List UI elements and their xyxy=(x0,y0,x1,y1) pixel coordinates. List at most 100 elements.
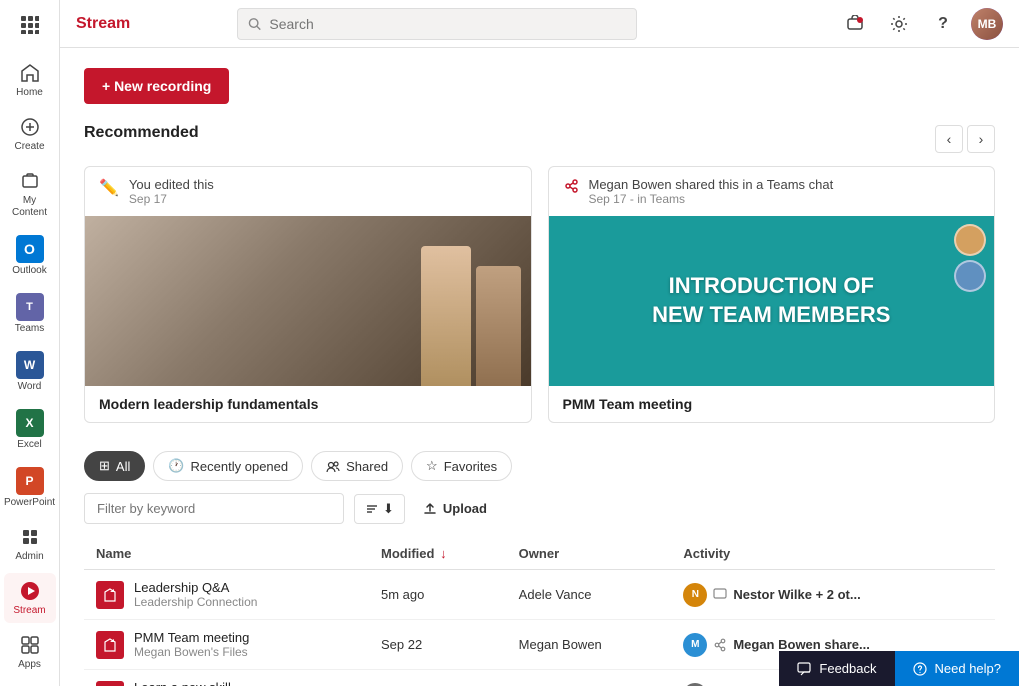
sidebar-label-word: Word xyxy=(18,381,42,393)
filter-bar: ⬇ Upload xyxy=(84,493,995,524)
search-icon xyxy=(248,17,261,31)
file-name-cell-2: Learn a new skill Bright xyxy=(96,680,357,686)
recommended-cards: ✏️ You edited this Sep 17 Modern leaders… xyxy=(84,166,995,423)
sidebar-item-create[interactable]: Create xyxy=(4,109,56,159)
sidebar-label-stream: Stream xyxy=(13,605,45,617)
sidebar-item-apps[interactable]: Apps xyxy=(4,627,56,677)
sidebar-label-excel: Excel xyxy=(17,439,41,451)
feedback-label: Feedback xyxy=(819,661,876,676)
sidebar-label-apps: Apps xyxy=(18,659,41,671)
sort-button[interactable]: ⬇ xyxy=(354,494,405,524)
cell-owner-2: Adele Vance xyxy=(507,670,672,686)
sidebar: Home Create My Content O Outlook T xyxy=(0,0,60,686)
powerpoint-icon: P xyxy=(16,467,44,495)
home-icon xyxy=(18,61,42,85)
card-thumbnail-1 xyxy=(85,216,531,386)
sort-icon xyxy=(365,502,379,516)
search-box[interactable] xyxy=(237,8,637,40)
sidebar-item-teams[interactable]: T Teams xyxy=(4,287,56,341)
cell-activity-0: N Nestor Wilke + 2 ot... xyxy=(671,570,995,620)
file-name-text-0: Leadership Q&A Leadership Connection xyxy=(134,580,257,609)
table-row[interactable]: Leadership Q&A Leadership Connection 5m … xyxy=(84,570,995,620)
sidebar-label-powerpoint: PowerPoint xyxy=(4,497,55,509)
sidebar-label-create: Create xyxy=(14,141,44,153)
search-input[interactable] xyxy=(269,16,626,32)
clock-icon: 🕐 xyxy=(168,458,184,474)
tab-favorites-label: Favorites xyxy=(444,459,497,474)
stream-icon xyxy=(18,579,42,603)
mini-avatar-2 xyxy=(954,260,986,292)
need-help-button[interactable]: Need help? xyxy=(895,651,1019,686)
sidebar-item-my-content[interactable]: My Content xyxy=(4,163,56,225)
cell-name-1: PMM Team meeting Megan Bowen's Files xyxy=(84,620,369,670)
sidebar-item-excel[interactable]: X Excel xyxy=(4,403,56,457)
card-modern-leadership[interactable]: ✏️ You edited this Sep 17 Modern leaders… xyxy=(84,166,532,423)
help-icon[interactable]: ? xyxy=(927,8,959,40)
filter-tabs: ⊞ All 🕐 Recently opened Shared ☆ Favorit… xyxy=(84,451,995,481)
sidebar-label-my-content: My Content xyxy=(8,195,52,219)
sort-label: ⬇ xyxy=(383,501,394,517)
tab-recently-opened[interactable]: 🕐 Recently opened xyxy=(153,451,303,481)
tab-shared[interactable]: Shared xyxy=(311,451,403,481)
col-modified[interactable]: Modified ↓ xyxy=(369,538,507,570)
cell-modified-1: Sep 22 xyxy=(369,620,507,670)
sidebar-item-outlook[interactable]: O Outlook xyxy=(4,229,56,283)
feedback-icon xyxy=(797,662,811,676)
file-name-2: Learn a new skill xyxy=(134,680,231,686)
recommended-section: Recommended ‹ › ✏️ You edited this Sep 1… xyxy=(84,124,995,423)
mini-avatars xyxy=(954,224,986,292)
sidebar-item-home[interactable]: Home xyxy=(4,55,56,105)
card-thumbnail-2: INTRODUCTION OFNEW TEAM MEMBERS xyxy=(549,216,995,386)
topbar-actions: ? MB xyxy=(839,8,1003,40)
waffle-icon[interactable] xyxy=(13,8,47,47)
activity-avatar-2: A xyxy=(683,683,707,686)
nav-next-button[interactable]: › xyxy=(967,125,995,153)
app-title: Stream xyxy=(76,15,130,33)
card-header-1: ✏️ You edited this Sep 17 xyxy=(85,167,531,216)
card-title-1: Modern leadership fundamentals xyxy=(99,396,517,412)
user-avatar[interactable]: MB xyxy=(971,8,1003,40)
tab-recently-opened-label: Recently opened xyxy=(191,459,289,474)
edit-icon: ✏️ xyxy=(99,178,119,198)
filter-input[interactable] xyxy=(84,493,344,524)
settings-icon[interactable] xyxy=(883,8,915,40)
new-recording-button[interactable]: + New recording xyxy=(84,68,229,104)
all-icon: ⊞ xyxy=(99,458,110,474)
star-icon: ☆ xyxy=(426,458,438,474)
activity-chat-icon-0 xyxy=(713,588,727,602)
card-tag-2: Megan Bowen shared this in a Teams chat xyxy=(589,177,834,192)
upload-label: Upload xyxy=(443,501,487,516)
recommended-title: Recommended xyxy=(84,124,199,142)
sidebar-item-admin[interactable]: Admin xyxy=(4,519,56,569)
sidebar-label-teams: Teams xyxy=(15,323,44,335)
teams-icon: T xyxy=(16,293,44,321)
card-pmm-meeting[interactable]: Megan Bowen shared this in a Teams chat … xyxy=(548,166,996,423)
tab-shared-label: Shared xyxy=(346,459,388,474)
file-name-cell-1: PMM Team meeting Megan Bowen's Files xyxy=(96,630,357,659)
sidebar-label-outlook: Outlook xyxy=(12,265,46,277)
tab-all[interactable]: ⊞ All xyxy=(84,451,145,481)
feedback-bar: Feedback Need help? xyxy=(779,651,1019,686)
main-content: + New recording Recommended ‹ › ✏️ You e… xyxy=(60,48,1019,686)
sidebar-item-word[interactable]: W Word xyxy=(4,345,56,399)
sidebar-item-powerpoint[interactable]: P PowerPoint xyxy=(4,461,56,515)
cell-name-2: Learn a new skill Bright xyxy=(84,670,369,686)
notification-icon[interactable] xyxy=(839,8,871,40)
tab-favorites[interactable]: ☆ Favorites xyxy=(411,451,512,481)
card-date-1: Sep 17 xyxy=(129,192,214,206)
sidebar-item-stream[interactable]: Stream xyxy=(4,573,56,623)
file-icon-1 xyxy=(96,631,124,659)
card-body-1: Modern leadership fundamentals xyxy=(85,386,531,422)
card-date-2: Sep 17 - in Teams xyxy=(589,192,834,206)
nav-arrows: ‹ › xyxy=(935,125,995,153)
excel-icon: X xyxy=(16,409,44,437)
card-header-2: Megan Bowen shared this in a Teams chat … xyxy=(549,167,995,216)
file-name-text-2: Learn a new skill Bright xyxy=(134,680,231,686)
card-body-2: PMM Team meeting xyxy=(549,386,995,422)
thumb-content-2: INTRODUCTION OFNEW TEAM MEMBERS xyxy=(652,272,890,329)
activity-avatar-0: N xyxy=(683,583,707,607)
feedback-button[interactable]: Feedback xyxy=(779,651,894,686)
outlook-icon: O xyxy=(16,235,44,263)
nav-prev-button[interactable]: ‹ xyxy=(935,125,963,153)
upload-button[interactable]: Upload xyxy=(415,495,495,522)
